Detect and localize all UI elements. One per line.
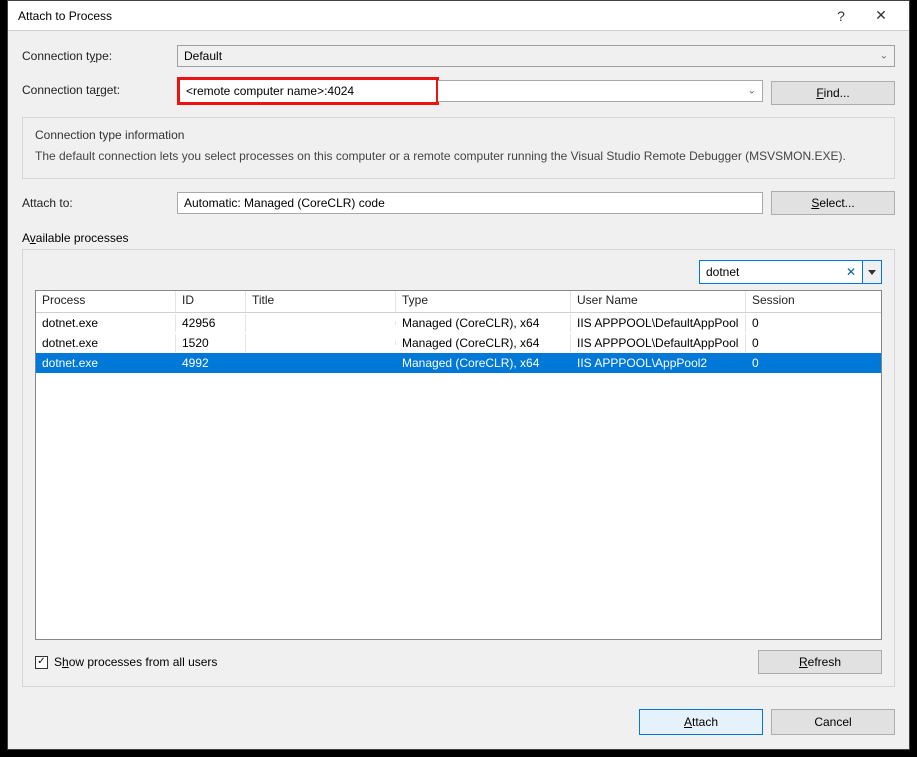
attach-to-value: Automatic: Managed (CoreCLR) code: [184, 196, 385, 210]
chevron-down-icon: ⌄: [748, 86, 756, 97]
table-row[interactable]: dotnet.exe4992 Managed (CoreCLR), x64IIS …: [36, 353, 881, 373]
table-cell: IIS APPPOOL\DefaultAppPool: [571, 334, 746, 352]
table-row[interactable]: dotnet.exe1520 Managed (CoreCLR), x64IIS …: [36, 333, 881, 353]
table-cell: dotnet.exe: [36, 354, 176, 372]
available-processes-group: ✕ Process ID Title Type User Name Sessio…: [22, 249, 895, 687]
filter-input[interactable]: [700, 261, 840, 283]
table-cell: 0: [746, 314, 836, 332]
table-cell: [246, 321, 396, 325]
process-footer-row: ✓ Show processes from all users Refresh: [35, 650, 882, 674]
col-header-process[interactable]: Process: [36, 291, 176, 312]
connection-type-row: Connection type: Default ⌄: [22, 45, 895, 67]
table-cell: 0: [746, 354, 836, 372]
dialog-button-row: Attach Cancel: [8, 699, 909, 749]
table-cell: IIS APPPOOL\DefaultAppPool: [571, 314, 746, 332]
attach-to-field: Automatic: Managed (CoreCLR) code: [177, 192, 763, 214]
titlebar: Attach to Process ? ✕: [8, 1, 909, 31]
table-cell: 1520: [176, 334, 246, 352]
select-button[interactable]: Select...: [771, 191, 895, 215]
attach-to-process-dialog: Attach to Process ? ✕ Connection type: D…: [7, 0, 910, 750]
connection-target-input[interactable]: [180, 80, 436, 102]
refresh-button[interactable]: Refresh: [758, 650, 882, 674]
process-table-body: dotnet.exe42956Managed (CoreCLR), x64IIS…: [36, 313, 881, 639]
table-cell: Managed (CoreCLR), x64: [396, 334, 571, 352]
attach-button[interactable]: Attach: [639, 709, 763, 735]
connection-type-value: Default: [184, 49, 222, 63]
table-cell: [246, 361, 396, 365]
process-table: Process ID Title Type User Name Session …: [35, 290, 882, 640]
process-table-header: Process ID Title Type User Name Session: [36, 291, 881, 313]
filter-dropdown-button[interactable]: [862, 260, 882, 284]
attach-to-label: Attach to:: [22, 196, 177, 210]
attach-to-row: Attach to: Automatic: Managed (CoreCLR) …: [22, 191, 895, 215]
table-cell: IIS APPPOOL\AppPool2: [571, 354, 746, 372]
connection-target-highlight: [177, 77, 439, 105]
filter-row: ✕: [35, 260, 882, 284]
table-row[interactable]: dotnet.exe42956 Managed (CoreCLR), x64IIS…: [36, 313, 881, 333]
filter-clear-button[interactable]: ✕: [840, 261, 862, 283]
help-button[interactable]: ?: [821, 8, 861, 24]
table-cell: dotnet.exe: [36, 334, 176, 352]
info-group-title: Connection type information: [35, 128, 882, 142]
cancel-button[interactable]: Cancel: [771, 709, 895, 735]
chevron-down-icon: ⌄: [880, 51, 888, 62]
filter-box: ✕: [699, 260, 863, 284]
triangle-down-icon: [868, 270, 876, 275]
table-cell: [246, 341, 396, 345]
connection-target-dropdown[interactable]: ⌄: [438, 80, 763, 102]
col-header-session[interactable]: Session: [746, 291, 836, 312]
table-cell: 0: [746, 334, 836, 352]
info-group-body: The default connection lets you select p…: [35, 148, 882, 164]
table-cell: 42956: [176, 314, 246, 332]
connection-target-row: Connection target: ⌄ Find...: [22, 77, 895, 105]
checkbox-icon: ✓: [35, 656, 48, 669]
close-button[interactable]: ✕: [861, 7, 901, 24]
window-title: Attach to Process: [18, 9, 821, 23]
connection-type-label: Connection type:: [22, 49, 177, 63]
find-button[interactable]: Find...: [771, 81, 895, 105]
col-header-user[interactable]: User Name: [571, 291, 746, 312]
connection-target-field: ⌄: [177, 77, 763, 105]
col-header-id[interactable]: ID: [176, 291, 246, 312]
dialog-content: Connection type: Default ⌄ Connection ta…: [8, 31, 909, 699]
col-header-type[interactable]: Type: [396, 291, 571, 312]
connection-type-info-group: Connection type information The default …: [22, 117, 895, 179]
show-all-users-label: Show processes from all users: [54, 655, 217, 669]
col-header-title[interactable]: Title: [246, 291, 396, 312]
connection-type-combo[interactable]: Default ⌄: [177, 45, 895, 67]
table-cell: 4992: [176, 354, 246, 372]
table-cell: Managed (CoreCLR), x64: [396, 354, 571, 372]
show-all-users-checkbox[interactable]: ✓ Show processes from all users: [35, 655, 217, 669]
table-cell: Managed (CoreCLR), x64: [396, 314, 571, 332]
table-cell: dotnet.exe: [36, 314, 176, 332]
clear-x-icon: ✕: [846, 265, 856, 279]
connection-target-label: Connection target:: [22, 77, 177, 97]
available-processes-label: Available processes: [22, 231, 895, 245]
